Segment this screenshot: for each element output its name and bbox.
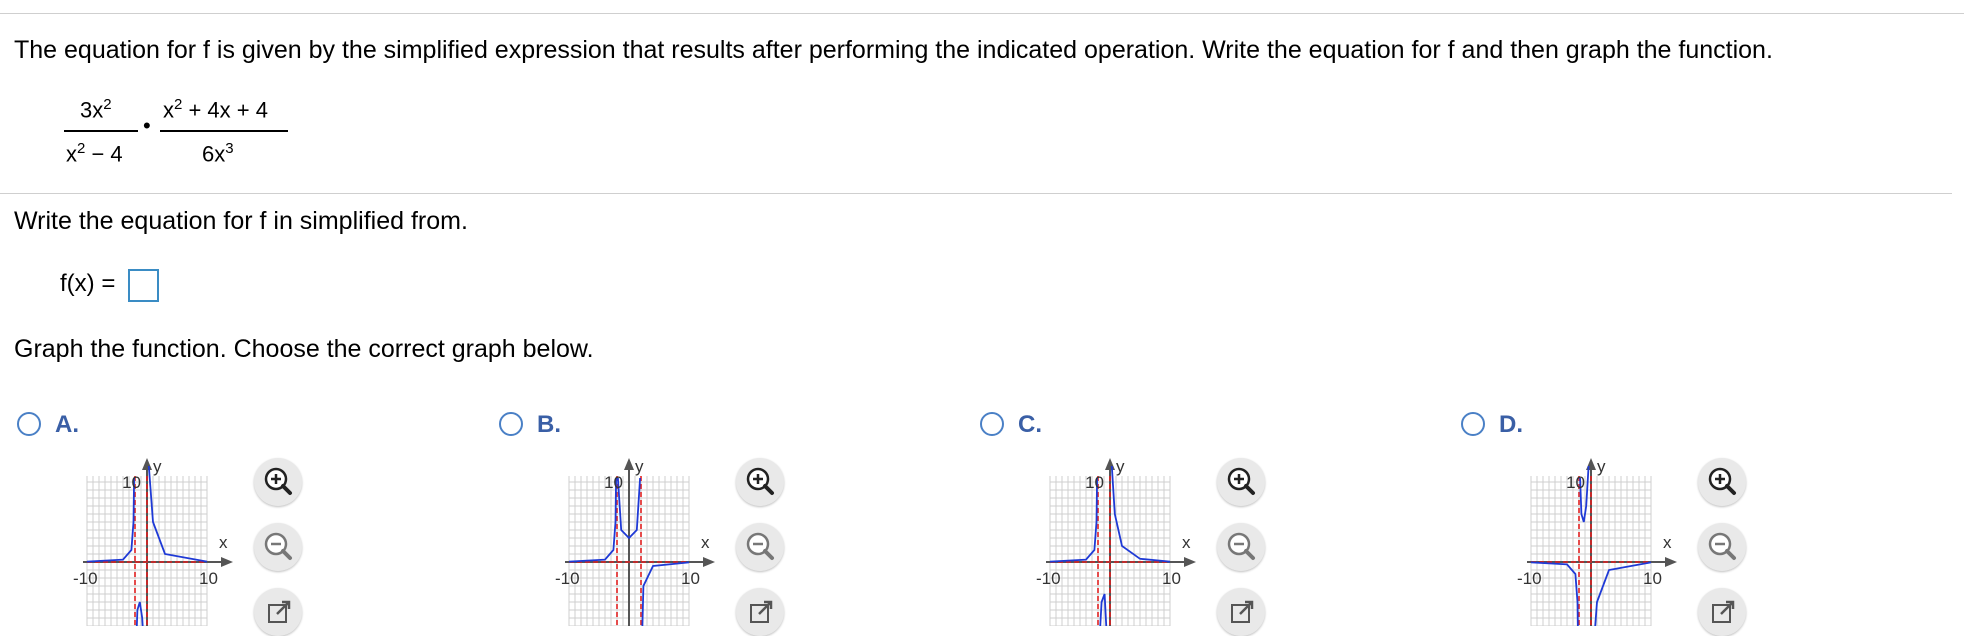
zoom-out-icon — [746, 532, 774, 560]
graph-svg: yx10-10 10 — [73, 457, 233, 636]
function-curve — [135, 601, 145, 636]
zoom-out-button[interactable] — [1217, 523, 1265, 571]
x-axis-arrow — [1665, 557, 1677, 567]
y-tick-label: 10 — [1566, 473, 1585, 492]
option-graph: y x 10 -10 10 — [529, 452, 749, 636]
x-axis-arrow — [1184, 557, 1196, 567]
popout-button[interactable] — [1217, 588, 1265, 636]
option-letter: C. — [1018, 411, 1042, 438]
y-axis-label: y — [1597, 457, 1606, 476]
x-max-label: 10 — [681, 569, 700, 588]
x-min-label: -10 — [1517, 569, 1542, 588]
graph-svg: yx10-10 10 — [1517, 457, 1677, 636]
problem-intro: The equation for f is given by the simpl… — [14, 36, 1773, 64]
option-radio[interactable] — [980, 412, 1004, 436]
zoom-in-button[interactable] — [1217, 458, 1265, 506]
part2-prompt: Graph the function. Choose the correct g… — [14, 335, 594, 363]
y-axis-arrow — [624, 458, 634, 470]
option-letter: D. — [1499, 411, 1523, 438]
popout-icon — [1712, 600, 1735, 623]
option-letter: B. — [537, 411, 561, 438]
multiply-operator: • — [143, 113, 151, 138]
graph-svg: yx10-10 10 — [555, 457, 715, 636]
popout-icon — [1231, 600, 1254, 623]
x-axis-arrow — [221, 557, 233, 567]
part1-prompt: Write the equation for f in simplified f… — [14, 207, 468, 235]
graph-svg: yx10-10 10 — [1036, 457, 1196, 636]
zoom-out-button[interactable] — [1698, 523, 1746, 571]
frac1-bar — [64, 130, 138, 132]
fx-label: f(x) = — [60, 270, 116, 297]
popout-button[interactable] — [736, 588, 784, 636]
zoom-in-button[interactable] — [736, 458, 784, 506]
y-tick-label: 10 — [122, 473, 141, 492]
popout-button[interactable] — [254, 588, 302, 636]
y-axis-arrow — [142, 458, 152, 470]
zoom-in-icon — [1227, 467, 1255, 495]
zoom-in-icon — [746, 467, 774, 495]
frac2-denominator: 6x3 — [202, 140, 234, 167]
y-tick-label: 10 — [604, 473, 623, 492]
popout-icon — [268, 600, 291, 623]
x-min-label: -10 — [555, 569, 580, 588]
frac2-numerator: x2 + 4x + 4 — [163, 96, 268, 123]
y-axis-label: y — [153, 457, 162, 476]
option-radio[interactable] — [17, 412, 41, 436]
frac2-bar — [160, 130, 288, 132]
option-c[interactable]: C. y x 10 -10 10 — [980, 411, 1460, 636]
popout-button[interactable] — [1698, 588, 1746, 636]
zoom-out-button[interactable] — [254, 523, 302, 571]
y-axis-arrow — [1105, 458, 1115, 470]
option-b[interactable]: B. y x 10 -10 10 — [499, 411, 979, 636]
option-graph: y x 10 -10 10 — [1010, 452, 1230, 636]
x-axis-label: x — [701, 533, 710, 552]
x-axis-arrow — [703, 557, 715, 567]
zoom-out-icon — [264, 532, 292, 560]
zoom-in-button[interactable] — [1698, 458, 1746, 506]
y-axis-label: y — [1116, 457, 1125, 476]
zoom-out-icon — [1227, 532, 1255, 560]
x-axis-label: x — [1182, 533, 1191, 552]
option-graph: y x 10 -10 10 — [47, 452, 267, 636]
section-divider — [0, 193, 1952, 194]
y-axis-label: y — [635, 457, 644, 476]
frac1-denominator: x2 − 4 — [66, 140, 123, 167]
x-min-label: -10 — [73, 569, 98, 588]
frac1-numerator: 3x2 — [80, 96, 112, 123]
zoom-out-icon — [1708, 532, 1736, 560]
x-axis-label: x — [1663, 533, 1672, 552]
zoom-in-icon — [1708, 467, 1736, 495]
x-max-label: 10 — [199, 569, 218, 588]
option-radio[interactable] — [1461, 412, 1485, 436]
option-a[interactable]: A. y x 10 -10 10 — [17, 411, 497, 636]
y-axis-arrow — [1586, 458, 1596, 470]
zoom-out-button[interactable] — [736, 523, 784, 571]
zoom-in-button[interactable] — [254, 458, 302, 506]
x-max-label: 10 — [1162, 569, 1181, 588]
option-radio[interactable] — [499, 412, 523, 436]
top-divider — [0, 13, 1964, 14]
answer-input[interactable] — [128, 269, 159, 302]
popout-icon — [750, 600, 773, 623]
option-d[interactable]: D. y x 10 -10 10 — [1461, 411, 1941, 636]
x-axis-label: x — [219, 533, 228, 552]
y-tick-label: 10 — [1085, 473, 1104, 492]
x-min-label: -10 — [1036, 569, 1061, 588]
option-letter: A. — [55, 411, 79, 438]
x-max-label: 10 — [1643, 569, 1662, 588]
zoom-in-icon — [264, 467, 292, 495]
option-graph: y x 10 -10 10 — [1491, 452, 1711, 636]
